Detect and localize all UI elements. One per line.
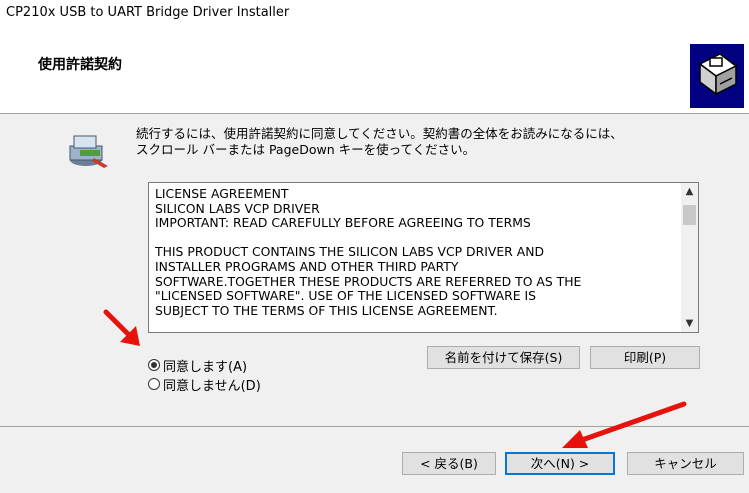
back-button[interactable]: < 戻る(B) [402,452,496,475]
scrollbar[interactable]: ▲ ▼ [681,183,698,332]
instructions-text: 続行するには、使用許諾契約に同意してください。契約書の全体をお読みになるには、 … [136,126,623,157]
license-textbox[interactable]: LICENSE AGREEMENT SILICON LABS VCP DRIVE… [148,182,699,333]
save-as-button[interactable]: 名前を付けて保存(S) [427,346,580,369]
scroll-down-icon[interactable]: ▼ [681,315,698,332]
print-button[interactable]: 印刷(P) [590,346,700,369]
info-icon [69,135,108,168]
agree-radio-button[interactable] [148,359,160,371]
page-title: 使用許諾契約 [38,57,122,73]
disagree-radio-button[interactable] [148,378,160,390]
installer-logo-icon [690,44,744,108]
license-panel: 続行するには、使用許諾契約に同意してください。契約書の全体をお読みになるには、 … [0,114,749,426]
agree-radio-label: 同意します(A) [163,359,248,375]
agree-radio[interactable]: 同意します(A) [148,356,248,375]
license-text: LICENSE AGREEMENT SILICON LABS VCP DRIVE… [155,187,582,318]
button-bar: < 戻る(B) 次へ(N) > キャンセル [0,427,749,493]
next-button[interactable]: 次へ(N) > [505,452,615,475]
disagree-radio-label: 同意しません(D) [163,378,261,394]
scroll-thumb[interactable] [683,205,696,225]
scroll-up-icon[interactable]: ▲ [681,183,698,200]
cancel-button[interactable]: キャンセル [627,452,744,475]
header: 使用許諾契約 [0,26,749,114]
disagree-radio[interactable]: 同意しません(D) [148,375,261,394]
window-title: CP210x USB to UART Bridge Driver Install… [6,5,290,20]
